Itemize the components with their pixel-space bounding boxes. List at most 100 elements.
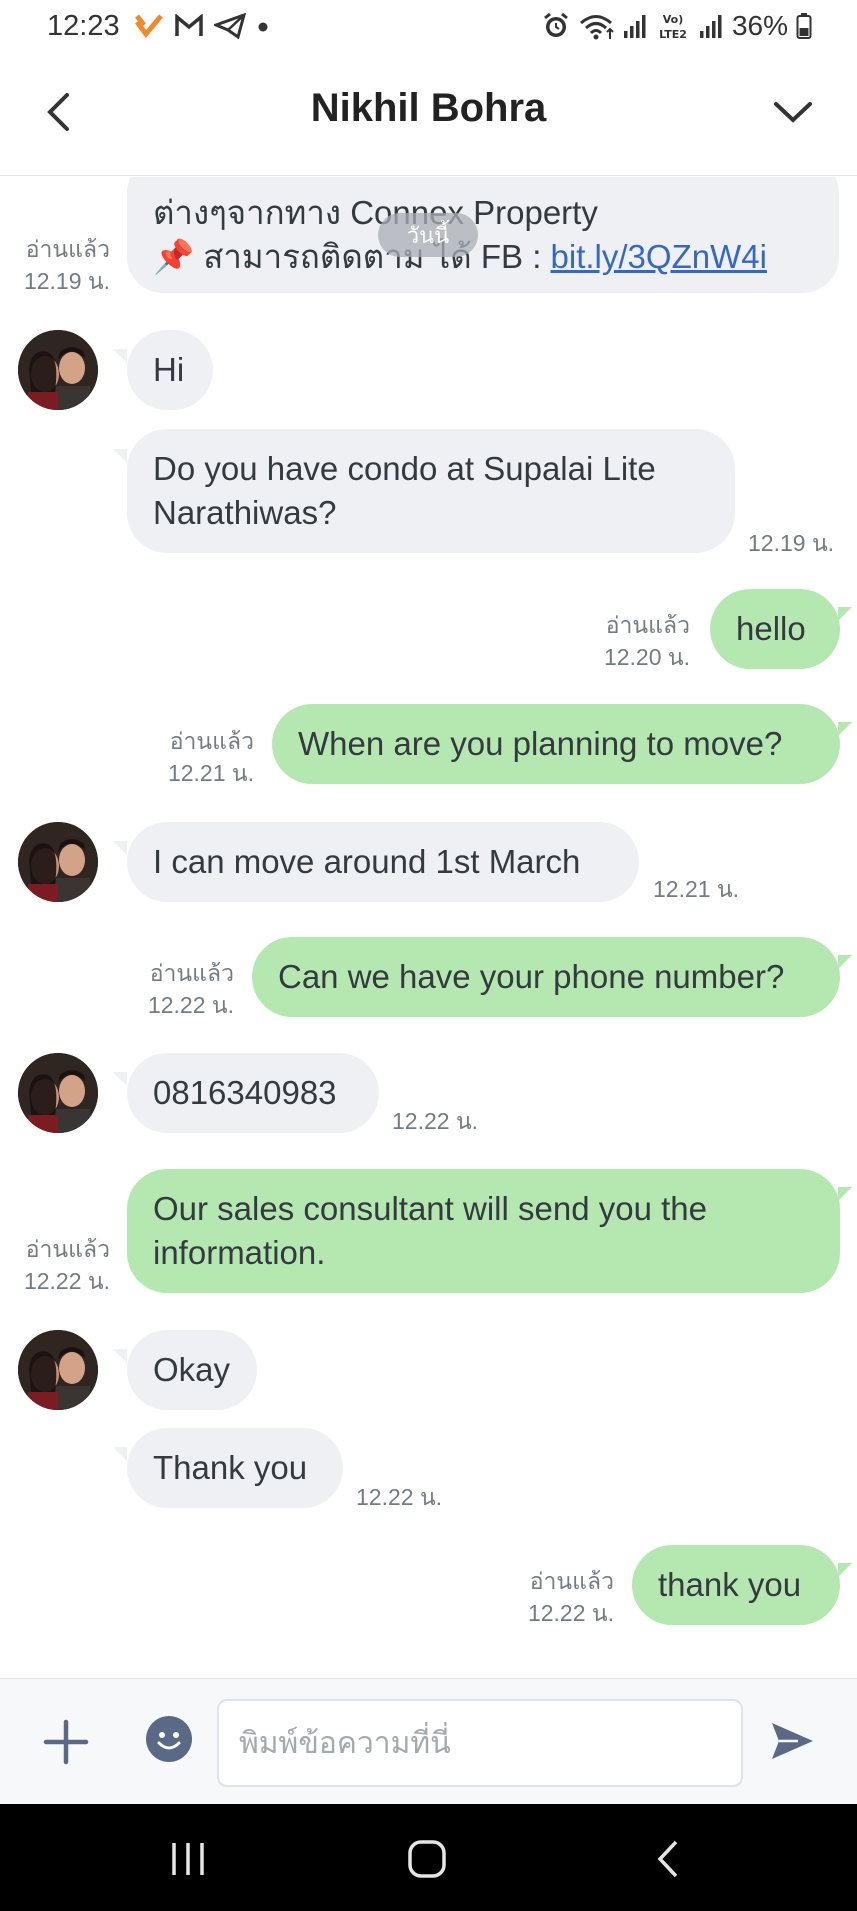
bubble-tail: [113, 449, 127, 463]
bubble-tail: [113, 1072, 127, 1086]
nav-back-button[interactable]: [638, 1834, 698, 1884]
emoji-button[interactable]: [146, 1716, 192, 1762]
home-icon: [408, 1840, 446, 1878]
message-meta: อ่านแล้ว 12.22 น.: [10, 1233, 110, 1297]
bubble-tail: [838, 722, 852, 736]
signal-icon: [699, 15, 722, 38]
message-time: 12.19 น.: [23, 268, 110, 294]
volte-icon: Vo) LTE2: [659, 13, 687, 41]
message-meta: อ่านแล้ว 12.21 น.: [124, 725, 254, 789]
svg-text:Vo): Vo): [663, 13, 684, 26]
message-bubble[interactable]: hello: [710, 589, 840, 669]
system-navigation-bar: [0, 1804, 857, 1911]
bubble-tail: [113, 1447, 127, 1461]
message-bubble[interactable]: When are you planning to move?: [272, 704, 840, 784]
send-button[interactable]: [768, 1717, 816, 1765]
contact-photo: [18, 1053, 98, 1133]
message-time: 12.21 น.: [167, 760, 254, 786]
message-text: Thank you: [153, 1449, 308, 1486]
message-time: 12.21 น.: [653, 876, 740, 902]
message-time: 12.22 น.: [392, 1108, 479, 1134]
contact-photo: [18, 822, 98, 902]
vpn-icon: [135, 14, 163, 39]
notification-icons: [134, 10, 270, 42]
message-text: I can move around 1st March: [153, 843, 581, 880]
message-bubble[interactable]: Our sales consultant will send you the i…: [127, 1169, 840, 1293]
gmail-icon: [175, 14, 203, 36]
bubble-tail: [113, 349, 127, 363]
battery-percent: 36%: [731, 10, 788, 41]
contact-photo: [18, 1330, 98, 1410]
message-input[interactable]: [217, 1699, 743, 1787]
read-receipt: อ่านแล้ว: [605, 612, 690, 638]
status-bar: 12:23 Vo) LTE2 36%: [0, 0, 857, 52]
message-meta: อ่านแล้ว 12.19 น.: [10, 233, 110, 297]
home-button[interactable]: [397, 1834, 457, 1884]
battery-icon: [796, 13, 812, 39]
message-text: Our sales consultant will send you the i…: [153, 1190, 707, 1271]
wifi-icon: [579, 15, 614, 40]
chevron-down-icon: [774, 102, 812, 123]
message-bubble[interactable]: 0816340983: [127, 1053, 379, 1133]
alarm-icon: [544, 12, 568, 37]
bubble-tail: [113, 841, 127, 855]
contact-photo: [18, 330, 98, 410]
message-meta: อ่านแล้ว 12.20 น.: [560, 609, 690, 673]
system-icons: Vo) LTE2 36%: [542, 10, 812, 42]
message-text: hello: [736, 610, 806, 647]
message-bubble[interactable]: Can we have your phone number?: [252, 937, 840, 1017]
read-receipt: อ่านแล้ว: [25, 236, 110, 262]
bubble-tail: [838, 1563, 852, 1577]
emoji-icon: [157, 1732, 181, 1750]
bubble-tail: [113, 1349, 127, 1363]
message-link[interactable]: bit.ly/3QZnW4i: [551, 238, 767, 275]
message-list[interactable]: ต่างๆจากทาง Connex Property 📌 สามารถติดต…: [0, 177, 857, 1678]
message-text: Can we have your phone number?: [278, 958, 785, 995]
avatar[interactable]: [18, 1330, 98, 1410]
read-receipt: อ่านแล้ว: [149, 960, 234, 986]
message-bubble[interactable]: thank you: [632, 1545, 840, 1625]
add-attachment-button[interactable]: [40, 1716, 92, 1768]
read-receipt: อ่านแล้ว: [25, 1236, 110, 1262]
plus-icon: [43, 1719, 89, 1765]
message-bubble[interactable]: I can move around 1st March: [127, 822, 639, 902]
message-text: Hi: [153, 351, 185, 388]
read-receipt: อ่านแล้ว: [529, 1568, 614, 1594]
message-text: 📌 สามารถติดตาม ได้ FB :: [153, 238, 551, 275]
chat-title: Nikhil Bohra: [310, 86, 547, 130]
message-text: thank you: [658, 1566, 802, 1603]
message-bubble[interactable]: Okay: [127, 1330, 257, 1410]
chat-header: Nikhil Bohra: [0, 52, 857, 176]
message-bubble[interactable]: Hi: [127, 330, 213, 410]
message-text: Okay: [153, 1351, 231, 1388]
message-text: When are you planning to move?: [298, 725, 783, 762]
bubble-tail: [838, 955, 852, 969]
avatar[interactable]: [18, 822, 98, 902]
message-meta: อ่านแล้ว 12.22 น.: [484, 1565, 614, 1629]
message-text: 0816340983: [153, 1074, 337, 1111]
avatar[interactable]: [18, 1053, 98, 1133]
chat-menu-button[interactable]: [767, 84, 819, 140]
message-time: 12.22 น.: [147, 992, 234, 1018]
message-time: 12.22 น.: [23, 1268, 110, 1294]
read-receipt: อ่านแล้ว: [169, 728, 254, 754]
message-bubble[interactable]: Thank you: [127, 1428, 343, 1508]
message-time: 12.20 น.: [603, 644, 690, 670]
message-text: Do you have condo at Supalai Lite Narath…: [153, 450, 656, 531]
back-icon: [657, 1840, 678, 1878]
message-text: ต่างๆจากทาง Connex Property: [153, 194, 598, 231]
date-separator: วันนี้: [378, 213, 478, 257]
message-bubble[interactable]: ต่างๆจากทาง Connex Property 📌 สามารถติดต…: [127, 177, 839, 293]
avatar[interactable]: [18, 330, 98, 410]
message-composer: [0, 1678, 857, 1804]
recent-apps-button[interactable]: [158, 1834, 218, 1884]
message-bubble[interactable]: Do you have condo at Supalai Lite Narath…: [127, 429, 735, 553]
signal-icon: [623, 15, 646, 38]
bubble-tail: [838, 607, 852, 621]
recent-apps-icon: [172, 1843, 204, 1875]
telegram-icon: [214, 13, 246, 39]
svg-text:LTE2: LTE2: [659, 28, 687, 41]
message-time: 12.22 น.: [356, 1484, 443, 1510]
dot-icon: [258, 22, 268, 32]
message-meta: อ่านแล้ว 12.22 น.: [104, 957, 234, 1021]
